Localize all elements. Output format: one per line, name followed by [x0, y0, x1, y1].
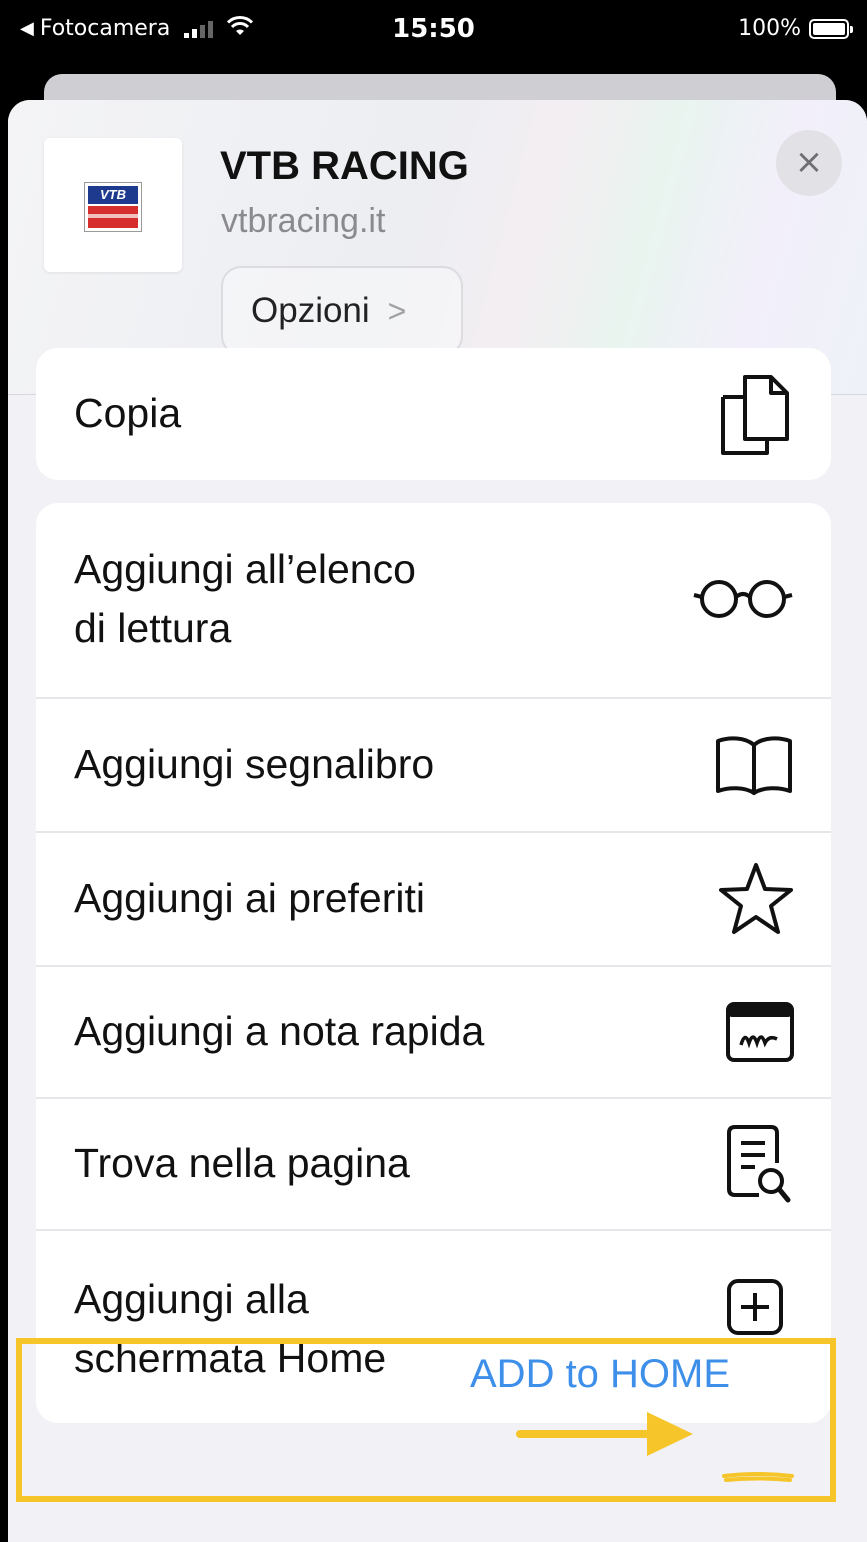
- favorites-label: Aggiungi ai preferiti: [74, 875, 425, 922]
- site-title: VTB RACING: [220, 144, 469, 188]
- add-square-icon: [725, 1277, 785, 1337]
- actions-group: Aggiungi all’elenco di lettura Aggiungi …: [36, 503, 831, 1423]
- logo-stripe: [88, 206, 138, 228]
- divider: [36, 1229, 831, 1231]
- copy-group: Copia: [36, 348, 831, 480]
- annotation-text: ADD to HOME: [470, 1352, 731, 1396]
- action-quick-note[interactable]: Aggiungi a nota rapida: [36, 967, 831, 1097]
- copy-label: Copia: [74, 390, 182, 437]
- close-button[interactable]: ×: [776, 130, 842, 196]
- action-find-in-page[interactable]: Trova nella pagina: [36, 1099, 831, 1229]
- vtb-logo: VTB: [84, 182, 142, 232]
- battery-percent: 100%: [738, 16, 801, 41]
- chevron-right-icon: >: [387, 292, 407, 329]
- clock: 15:50: [392, 14, 475, 44]
- star-icon: [717, 861, 795, 937]
- reading-glasses-icon: [691, 577, 795, 621]
- copy-row[interactable]: Copia: [36, 348, 831, 480]
- copy-icon: [715, 369, 795, 459]
- action-bookmark[interactable]: Aggiungi segnalibro: [36, 699, 831, 831]
- underline-scribble-icon: [722, 1472, 794, 1482]
- reading-list-label: Aggiungi all’elenco di lettura: [74, 545, 416, 651]
- arrow-icon: [516, 1412, 693, 1456]
- quick-note-label: Aggiungi a nota rapida: [74, 1008, 485, 1055]
- action-favorites[interactable]: Aggiungi ai preferiti: [36, 833, 831, 965]
- find-in-page-icon: [725, 1123, 791, 1205]
- find-in-page-label: Trova nella pagina: [74, 1140, 410, 1187]
- battery-icon: [809, 18, 853, 39]
- book-icon: [713, 733, 795, 797]
- options-button[interactable]: Opzioni >: [221, 266, 463, 356]
- options-label: Opzioni: [251, 291, 370, 330]
- status-bar: ◀ Fotocamera 15:50 100%: [0, 0, 867, 70]
- battery-status: 100%: [738, 16, 853, 41]
- site-icon: VTB: [44, 138, 182, 272]
- quick-note-icon: [725, 1001, 795, 1063]
- site-url: vtbracing.it: [221, 202, 386, 240]
- action-reading-list[interactable]: Aggiungi all’elenco di lettura: [36, 503, 831, 695]
- logo-text: VTB: [88, 186, 138, 204]
- bookmark-label: Aggiungi segnalibro: [74, 741, 435, 788]
